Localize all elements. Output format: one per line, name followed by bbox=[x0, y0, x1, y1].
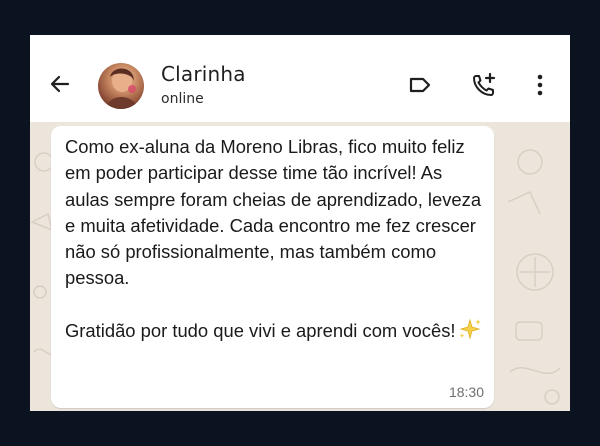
back-button[interactable] bbox=[46, 70, 74, 98]
chat-window: Clarinha online Como ex-aluna da Moreno … bbox=[30, 35, 570, 411]
contact-status: online bbox=[161, 91, 204, 107]
more-vert-icon bbox=[537, 74, 543, 96]
back-arrow-icon bbox=[50, 75, 70, 93]
add-call-icon bbox=[473, 72, 496, 96]
sparkles-icon bbox=[458, 318, 482, 347]
message-timestamp: 18:30 bbox=[448, 384, 484, 400]
message-paragraph-2: Gratidão por tudo que vivi e aprendi com… bbox=[65, 320, 456, 342]
label-button[interactable] bbox=[406, 71, 434, 99]
more-options-button[interactable] bbox=[526, 71, 554, 99]
message-bubble[interactable]: Como ex-aluna da Moreno Libras, fico mui… bbox=[51, 126, 494, 408]
message-text: Como ex-aluna da Moreno Libras, fico mui… bbox=[65, 134, 490, 347]
add-call-button[interactable] bbox=[470, 71, 498, 99]
chat-area: Como ex-aluna da Moreno Libras, fico mui… bbox=[30, 122, 570, 411]
avatar[interactable] bbox=[98, 63, 144, 109]
message-paragraph-1: Como ex-aluna da Moreno Libras, fico mui… bbox=[65, 136, 487, 289]
label-icon bbox=[409, 77, 431, 93]
contact-name[interactable]: Clarinha bbox=[161, 62, 246, 86]
chat-header: Clarinha online bbox=[30, 35, 570, 122]
